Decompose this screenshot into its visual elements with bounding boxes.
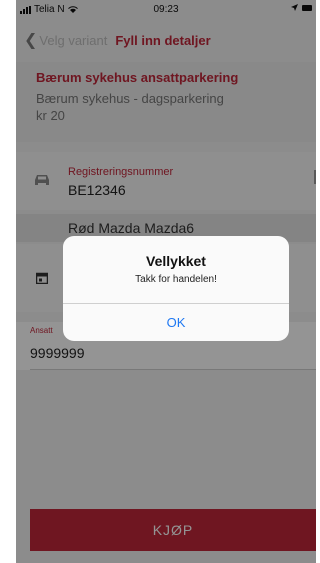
alert-title: Vellykket (146, 253, 206, 269)
ok-button[interactable]: OK (63, 304, 289, 341)
alert-message: Takk for handelen! (135, 274, 217, 285)
success-alert: Vellykket Takk for handelen! OK (63, 236, 289, 341)
app-screen: Telia N 09:23 ❮ Velg variant Fyll inn de… (16, 0, 316, 563)
